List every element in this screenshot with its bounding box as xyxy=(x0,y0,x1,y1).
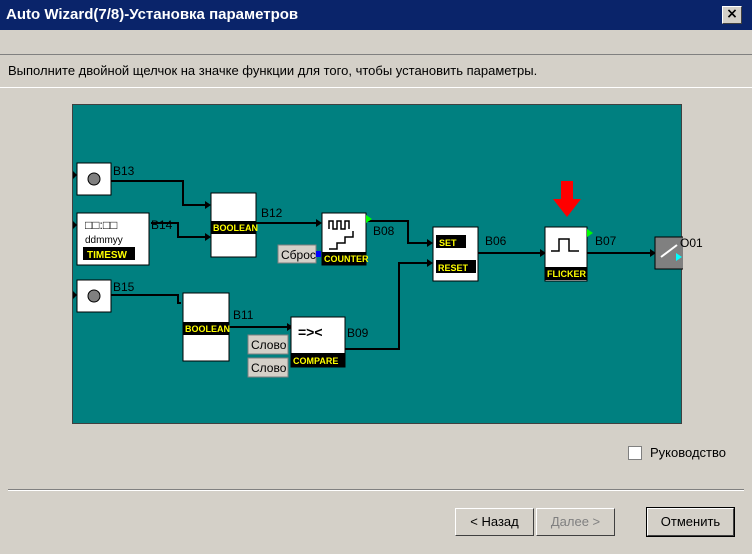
timesw-time: □□:□□ xyxy=(85,218,117,232)
counter-label: COUNTER xyxy=(324,254,369,264)
wire-arrows xyxy=(205,201,656,331)
compare-word1: Слово xyxy=(251,338,287,352)
label-b11: B11 xyxy=(233,308,254,322)
reset-label: RESET xyxy=(438,263,469,273)
window-title: Auto Wizard(7/8)-Установка параметров xyxy=(6,6,299,23)
label-b15: B15 xyxy=(113,280,135,294)
close-button[interactable]: × xyxy=(722,6,742,24)
set-label: SET xyxy=(439,238,457,248)
label-b07: B07 xyxy=(595,234,617,248)
title-bar: Auto Wizard(7/8)-Установка параметров × xyxy=(0,0,752,30)
compare-word-input-2[interactable]: Слово xyxy=(247,357,289,378)
label-b09: B09 xyxy=(347,326,369,340)
instruction-panel: Выполните двойной щелчок на значке функц… xyxy=(0,54,752,88)
label-b13: B13 xyxy=(113,164,135,178)
function-diagram: B13 □□:□□ ddmmyy TIMESW B14 B15 BOOLEAN … xyxy=(72,104,683,424)
output-o01[interactable] xyxy=(654,236,683,270)
boolean2-label: BOOLEAN xyxy=(185,324,230,334)
diagram-canvas: B13 □□:□□ ddmmyy TIMESW B14 B15 BOOLEAN … xyxy=(73,162,683,378)
checkbox-box[interactable] xyxy=(628,446,642,460)
compare-word-input-1[interactable]: Слово xyxy=(247,334,289,355)
red-arrow-icon xyxy=(553,181,581,217)
input-b13[interactable]: B13 xyxy=(73,162,135,196)
compare-symbol: =>< xyxy=(298,324,323,340)
counter-reset-input[interactable]: Сброс xyxy=(277,244,321,264)
boolean1-label: BOOLEAN xyxy=(213,223,258,233)
label-b14: B14 xyxy=(151,218,173,232)
instruction-text: Выполните двойной щелчок на значке функц… xyxy=(8,63,538,78)
timesw-block[interactable]: □□:□□ ddmmyy TIMESW B14 xyxy=(73,212,173,266)
compare-block-b09[interactable]: =>< COMPARE B09 xyxy=(290,316,369,368)
next-button[interactable]: Далее > xyxy=(536,508,615,536)
boolean-block-b12[interactable]: BOOLEAN B12 xyxy=(210,192,283,258)
timesw-date: ddmmyy xyxy=(85,235,123,246)
close-icon: × xyxy=(726,6,738,22)
manual-checkbox-label: Руководство xyxy=(650,445,726,460)
back-button[interactable]: < Назад xyxy=(455,508,534,536)
compare-label: COMPARE xyxy=(293,356,338,366)
timesw-label: TIMESW xyxy=(87,250,128,261)
compare-word2: Слово xyxy=(251,361,287,375)
label-b08: B08 xyxy=(373,224,395,238)
cancel-button[interactable]: Отменить xyxy=(646,507,735,537)
counter-reset-label: Сброс xyxy=(281,248,316,262)
label-b12: B12 xyxy=(261,206,283,220)
label-b06: B06 xyxy=(485,234,507,248)
flicker-label: FLICKER xyxy=(547,269,586,279)
label-o01: O01 xyxy=(680,236,703,250)
footer-separator xyxy=(8,489,744,491)
